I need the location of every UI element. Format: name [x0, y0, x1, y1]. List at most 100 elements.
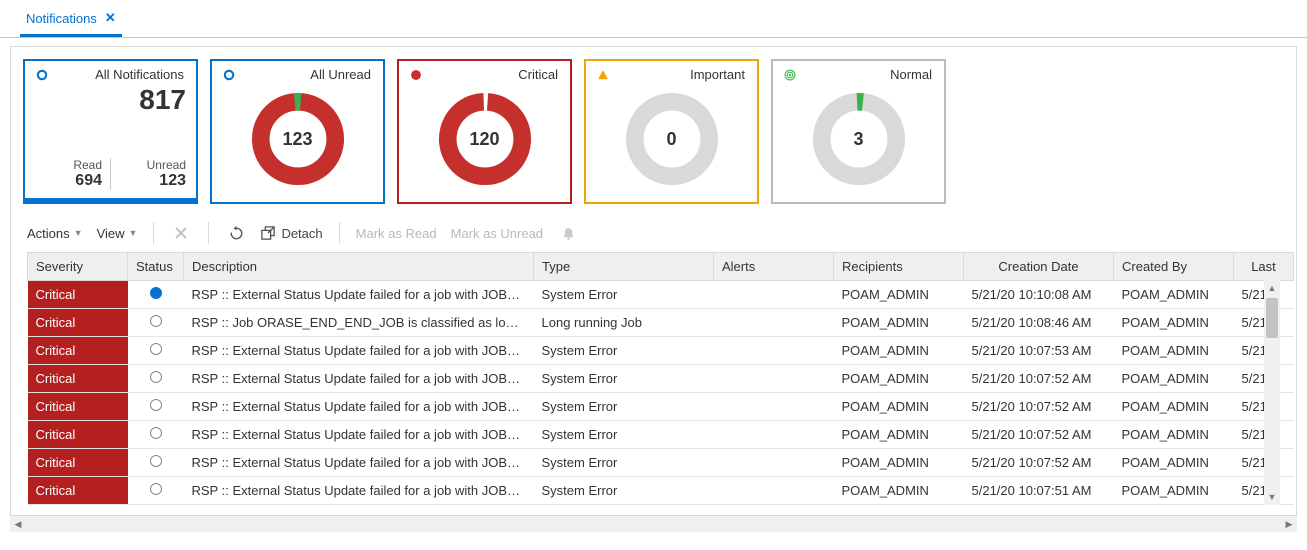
- card-all-notifications[interactable]: All Notifications 817 Read 694 Unread 12…: [23, 59, 198, 204]
- cell-severity: Critical: [28, 281, 128, 309]
- cell-alerts: [714, 281, 834, 309]
- view-menu[interactable]: View ▼: [97, 226, 138, 241]
- toolbar: Actions ▼ View ▼ Detach Mark as Read Mar…: [17, 208, 1290, 252]
- notifications-table: Severity Status Description Type Alerts …: [27, 252, 1280, 505]
- donut-important: 0: [623, 90, 721, 188]
- actions-menu[interactable]: Actions ▼: [27, 226, 83, 241]
- status-unread-icon: [150, 399, 162, 411]
- tab-notifications[interactable]: Notifications ✕: [20, 0, 122, 37]
- cell-description: RSP :: External Status Update failed for…: [184, 421, 534, 449]
- cell-alerts: [714, 421, 834, 449]
- cell-type: Long running Job: [534, 309, 714, 337]
- cell-alerts: [714, 393, 834, 421]
- cell-type: System Error: [534, 421, 714, 449]
- mark-unread-button[interactable]: Mark as Unread: [451, 226, 543, 241]
- cell-recipients: POAM_ADMIN: [834, 477, 964, 505]
- table-row[interactable]: CriticalRSP :: External Status Update fa…: [28, 365, 1294, 393]
- donut-critical-value: 120: [436, 90, 534, 188]
- cell-severity: Critical: [28, 337, 128, 365]
- col-type[interactable]: Type: [534, 253, 714, 281]
- close-icon[interactable]: ✕: [105, 10, 116, 26]
- col-alerts[interactable]: Alerts: [714, 253, 834, 281]
- card-all-unread[interactable]: All Unread 123: [210, 59, 385, 204]
- donut-normal: 3: [810, 90, 908, 188]
- cell-creation: 5/21/20 10:07:52 AM: [964, 449, 1114, 477]
- cell-created-by: POAM_ADMIN: [1114, 421, 1234, 449]
- table-row[interactable]: Critical RSP :: External Status Update fa…: [28, 281, 1294, 309]
- detach-button[interactable]: Detach: [261, 226, 322, 241]
- cell-creation: 5/21/20 10:07:53 AM: [964, 337, 1114, 365]
- delete-button[interactable]: [170, 222, 192, 244]
- cell-alerts: [714, 477, 834, 505]
- horizontal-scrollbar[interactable]: ◀ ▶: [10, 516, 1297, 532]
- cell-status: [128, 421, 184, 449]
- scroll-left-icon[interactable]: ◀: [10, 519, 26, 530]
- cell-type: System Error: [534, 393, 714, 421]
- cell-description: RSP :: External Status Update failed for…: [184, 281, 534, 309]
- card-critical[interactable]: Critical 120: [397, 59, 572, 204]
- status-unread-icon: [150, 315, 162, 327]
- cell-type: System Error: [534, 449, 714, 477]
- cell-description: RSP :: External Status Update failed for…: [184, 477, 534, 505]
- chevron-down-icon: ▼: [74, 228, 83, 238]
- table-row[interactable]: Critical RSP :: External Status Update fa…: [28, 477, 1294, 505]
- cell-severity: Critical: [28, 365, 128, 393]
- cell-creation: 5/21/20 10:07:52 AM: [964, 421, 1114, 449]
- cell-status: [128, 449, 184, 477]
- scroll-right-icon[interactable]: ▶: [1281, 519, 1297, 530]
- cell-recipients: POAM_ADMIN: [834, 449, 964, 477]
- detach-label: Detach: [281, 226, 322, 241]
- col-status[interactable]: Status: [128, 253, 184, 281]
- table-row[interactable]: CriticalRSP :: External Status Update fa…: [28, 449, 1294, 477]
- cell-created-by: POAM_ADMIN: [1114, 477, 1234, 505]
- card-important[interactable]: Important 0: [584, 59, 759, 204]
- col-description[interactable]: Description: [184, 253, 534, 281]
- card-unread-label: All Unread: [236, 67, 373, 82]
- cell-created-by: POAM_ADMIN: [1114, 365, 1234, 393]
- mark-read-button[interactable]: Mark as Read: [356, 226, 437, 241]
- cell-status: [128, 337, 184, 365]
- card-critical-label: Critical: [423, 67, 560, 82]
- scroll-thumb[interactable]: [1266, 298, 1278, 338]
- col-last[interactable]: Last: [1234, 253, 1294, 281]
- col-created-by[interactable]: Created By: [1114, 253, 1234, 281]
- scroll-up-icon[interactable]: ▲: [1264, 280, 1280, 296]
- col-creation[interactable]: Creation Date: [964, 253, 1114, 281]
- cell-severity: Critical: [28, 421, 128, 449]
- ring-icon: [222, 68, 236, 82]
- status-unread-icon: [150, 371, 162, 383]
- vertical-scrollbar[interactable]: ▲ ▼: [1264, 280, 1280, 505]
- panel: All Notifications 817 Read 694 Unread 12…: [10, 46, 1297, 516]
- cell-description: RSP :: Job ORASE_END_END_JOB is classifi…: [184, 309, 534, 337]
- refresh-button[interactable]: [225, 222, 247, 244]
- cell-type: System Error: [534, 365, 714, 393]
- table-row[interactable]: Critical RSP :: External Status Update fa…: [28, 421, 1294, 449]
- donut-normal-value: 3: [810, 90, 908, 188]
- bell-icon[interactable]: [557, 222, 579, 244]
- separator: [339, 222, 340, 244]
- card-all-label: All Notifications: [49, 67, 186, 82]
- cell-severity: Critical: [28, 393, 128, 421]
- card-normal[interactable]: Normal 3: [771, 59, 946, 204]
- table-row[interactable]: CriticalRSP :: Job ORASE_END_END_JOB is …: [28, 309, 1294, 337]
- cell-creation: 5/21/20 10:07:51 AM: [964, 477, 1114, 505]
- cell-created-by: POAM_ADMIN: [1114, 281, 1234, 309]
- col-severity[interactable]: Severity: [28, 253, 128, 281]
- separator: [208, 222, 209, 244]
- table-row[interactable]: CriticalRSP :: External Status Update fa…: [28, 337, 1294, 365]
- cell-status: [128, 393, 184, 421]
- cell-type: System Error: [534, 337, 714, 365]
- donut-critical: 120: [436, 90, 534, 188]
- summary-cards: All Notifications 817 Read 694 Unread 12…: [17, 47, 1290, 208]
- cell-status: [128, 281, 184, 309]
- table-row[interactable]: CriticalRSP :: External Status Update fa…: [28, 393, 1294, 421]
- col-recipients[interactable]: Recipients: [834, 253, 964, 281]
- cell-severity: Critical: [28, 477, 128, 505]
- cell-creation: 5/21/20 10:07:52 AM: [964, 393, 1114, 421]
- scroll-down-icon[interactable]: ▼: [1264, 489, 1280, 505]
- card-all-read-label: Read: [35, 158, 102, 172]
- status-unread-icon: [150, 427, 162, 439]
- triangle-icon: [596, 68, 610, 82]
- cell-recipients: POAM_ADMIN: [834, 337, 964, 365]
- cell-severity: Critical: [28, 449, 128, 477]
